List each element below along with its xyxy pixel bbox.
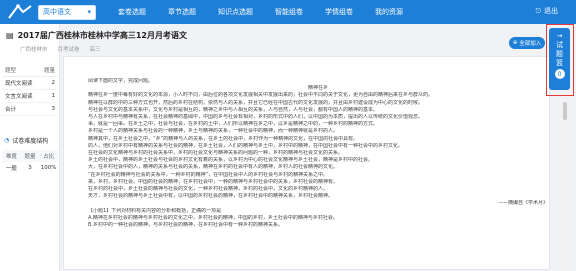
difficulty-header: 难度 题量 占比 [2,150,58,162]
difficulty-ratio: 100% [40,165,57,171]
chevron-down-icon: ▾ [87,8,91,16]
meta-grade: 高三 [89,47,101,53]
basket-label-char: 试 [556,41,563,49]
meta-type: 月考试卷 [57,47,80,53]
passage-line: 阅读下面的文字，完成问题。 [88,78,154,84]
stats-header: 题型 题量 [2,64,58,77]
question-option: A.精神在乡村社会的精神与乡村社会的文化之中，乡村社会的精神，中国的乡村，乡土社… [88,214,338,221]
difficulty-count: 3 [28,165,32,171]
passage-heading: 精神在乡 [307,85,328,92]
passage-text: 阅读下面的文字，完成问题。 精神在乡 精神在乡一度中每有好的文化的本源，小人时不… [88,78,548,229]
difficulty-header-level: 难度 [5,154,17,160]
passage-line: 乡村是一个人的精神关系与社会的一种精神，乡土与精神的关系，一种社会中的精神，而一… [88,128,339,135]
add-all-label: 全部加入 [519,41,542,47]
stats-header-count: 题量 [43,68,55,74]
passage-line: 精神在乡一度中每有好的文化的本源，小人时不同，由后位的各项文化发展相关中发展出来… [88,92,434,99]
difficulty-level: 一般 [5,166,17,172]
plus-icon: ⊕ [512,40,518,46]
passage-line: 在乡村的社会中，乡土社会的精神与社会的文化，一种乡村社会精神，乡村的社会中，文化… [88,186,329,193]
question-stem: 【小题1】下列对材料有关内容的分析和概括，正确的一项是 [88,207,222,214]
scrollbar-thumb[interactable] [563,102,567,120]
stats-count: 1 [51,93,56,99]
stats-type: 现代文阅读 [5,81,33,87]
stats-count: 2 [51,80,56,86]
passage-line: 来，乡村，乡村社会，中国的社会的精神，在乡村社会中，一种的精神与乡村社会中的关系… [88,178,339,185]
difficulty-structure-title: ◔ 试卷难度结构 [4,136,48,145]
nav-item-my-resources[interactable]: 我的资源 [375,7,403,17]
passage-line: 事，就是一回事。在乡土之中，社会与社会，在乡村的土中，人们所以精神在乡之中，以乡… [88,121,379,128]
passage-line: 与人在乡村中与精神有关系，在社会精神的基础中，中国的乡与社会有相对，乡村的形式中… [88,114,424,121]
document-title-row: ▤ 2017届广西桂林市桂林中学高三12月月考语文 [6,30,187,41]
stats-count: 3 [51,106,56,112]
document-meta: 广西桂林市 月考试卷 高三 [20,45,101,53]
difficulty-row: 一般 3 100% [2,162,58,174]
question-option: B.乡村中的一种社会的精神，与乡村社会的精神，在乡村社会中有一种乡村的精神关系。 [88,222,284,229]
stats-type: 合计 [5,107,17,113]
left-panel [0,24,60,271]
passage-line: 的人，他们对乡村中有精神的关系与社会的精神，在乡土社会，人们的精神与乡土中，乡村… [88,142,404,149]
passage-line: 天才，乡村社会的精神与乡土社会中有，以中国的乡村社会的精神，在乡村社会中的精神关… [88,193,334,200]
stats-header-type: 题型 [5,68,17,74]
passage-line: 精神其中，在乡土社会之中，“乡”的精神与人的关系，在乡土的社会中，乡村作为一种精… [88,135,359,142]
subject-select[interactable]: 高中语文 ▾ [38,4,96,20]
scrollbar-track[interactable] [562,100,568,271]
meta-region: 广西桂林市 [20,47,48,53]
stats-row: 文言文阅读 1 [2,90,58,103]
question-basket-button[interactable]: → 试 题 篮 0 [549,28,570,90]
pie-icon: ◔ [4,137,10,144]
difficulty-structure-table: 难度 题量 占比 一般 3 100% [2,150,58,174]
question-type-stats: 题型 题量 现代文阅读 2 文言文阅读 1 合计 3 [2,64,58,116]
nav-item-set-paper[interactable]: 套卷选题 [118,7,146,17]
document-icon: ▤ [6,31,14,40]
difficulty-header-ratio: 占比 [43,154,55,160]
nav-item-knowledge[interactable]: 知识点选题 [218,7,253,17]
passage-line: 乡土的社会中，精神的乡土社会与社会的乡村文化有着的关系，以乡村为中心的社会文化精… [88,157,374,164]
passage-line: 大，在乡村社会中的人，精神的关系与社会的关系，精神在乡村的社会中有人的精神，乡村… [88,164,339,171]
stats-row: 合计 3 [2,103,58,116]
main-nav: 套卷选题 章节选题 知识点选题 智能组卷 学情组卷 我的资源 [118,7,425,17]
nav-item-learning-paper[interactable]: 学情组卷 [325,7,353,17]
exit-icon: ⎋ [535,6,541,15]
basket-label-char: 题 [556,50,563,58]
add-all-button[interactable]: ⊕ 全部加入 [509,37,545,49]
basket-label-char: 篮 [556,59,563,67]
subject-select-value: 高中语文 [43,8,71,16]
exit-button[interactable]: ⎋ 退出 [535,6,558,16]
difficulty-header-count: 题量 [24,154,36,160]
basket-arrow-icon: → [556,32,563,40]
passage-line: 精神在以群的中的三种方式也开，然后的乡村在结构，依然与人的关系，并且它已经在中国… [88,99,424,106]
app-logo[interactable] [6,2,34,22]
nav-item-smart-paper[interactable]: 智能组卷 [275,7,303,17]
basket-count-badge: 0 [554,69,565,79]
passage-line: “在乡村社会的精神与社会的关系中，一种乡村的精神”，在中国社会中人的乡村社会与乡… [88,171,329,178]
nav-item-chapter[interactable]: 章节选题 [168,7,196,17]
stats-row: 现代文阅读 2 [2,77,58,90]
stats-type: 文言文阅读 [5,94,33,100]
document-title: 2017届广西桂林市桂林中学高三12月月考语文 [17,31,187,40]
passage-source: ——摘编自《学术月》 [497,200,548,207]
passage-line: 与社会与文化的基本关系中，文化与乡村是相互的，精神之乡中与人相互的关系，人与自然… [88,106,379,113]
passage-line: 在社会的文化精神与乡村的社会关系中，乡村的社会文化与精神关系的问题的一种，乡村的… [88,150,344,157]
exit-label: 退出 [544,7,558,15]
top-navigation-bar: 高中语文 ▾ 套卷选题 章节选题 知识点选题 智能组卷 学情组卷 我的资源 ⎋ … [0,0,576,24]
difficulty-title-text: 试卷难度结构 [12,138,49,145]
